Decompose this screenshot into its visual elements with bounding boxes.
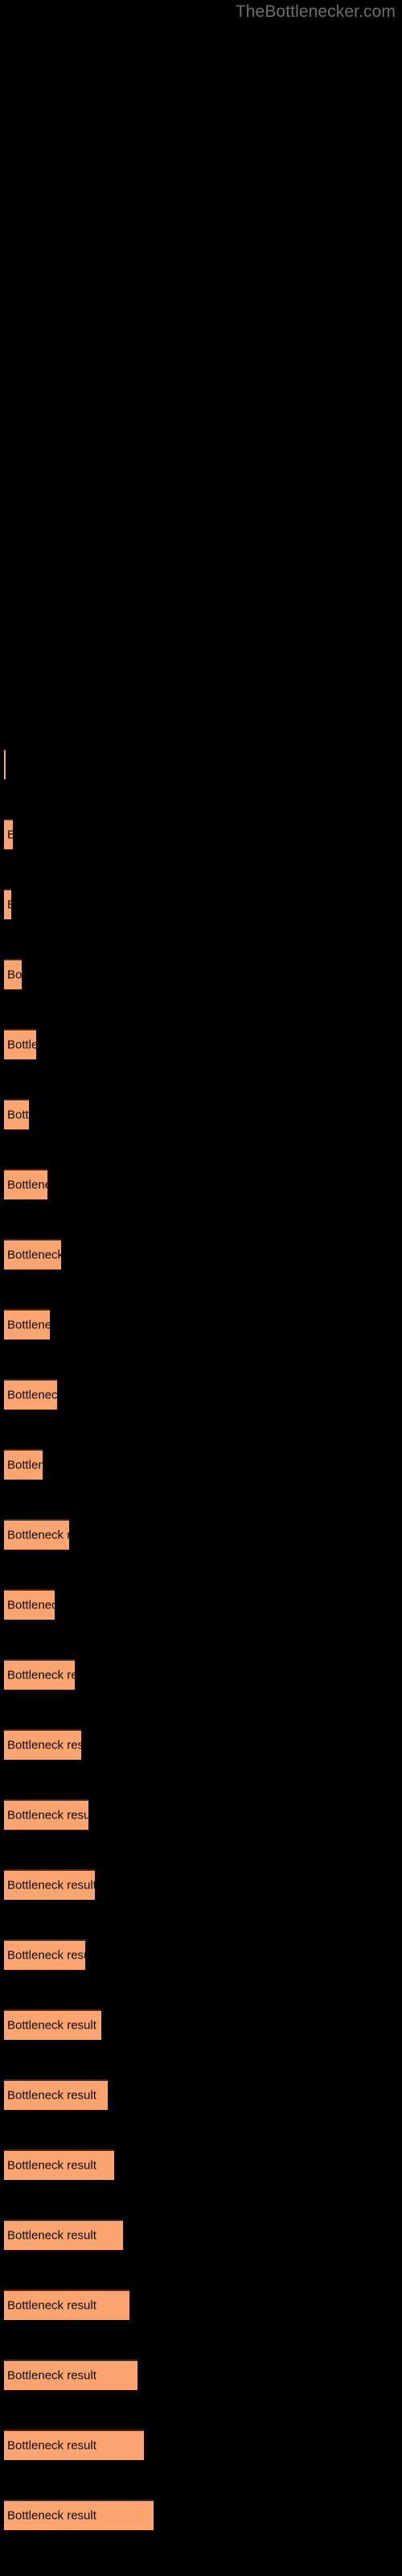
chart-bar[interactable]: Bottleneck result xyxy=(4,2219,123,2250)
bar-label: Bottleneck result xyxy=(7,898,11,912)
bar-row: Bottleneck result xyxy=(0,2079,402,2110)
chart-bar[interactable]: Bottleneck result xyxy=(4,819,13,849)
bar-label: Bottleneck result xyxy=(7,1108,29,1122)
bar-label: Bottleneck result xyxy=(7,828,13,842)
bar-row: Bottleneck result xyxy=(0,1869,402,1900)
bar-label: Bottleneck result xyxy=(7,1878,95,1893)
bar-row: Bottleneck result xyxy=(0,2359,402,2390)
bar-label: Bottleneck result xyxy=(7,2018,96,2033)
bar-label: Bottleneck result xyxy=(7,1948,85,1963)
bar-row: Bottleneck result xyxy=(0,1239,402,1269)
chart-bar[interactable]: Bottleneck result xyxy=(4,1449,43,1480)
bar-label: Bottleneck result xyxy=(7,2368,96,2383)
chart-bar[interactable]: Bottleneck result xyxy=(4,2359,137,2390)
bar-label: Bottleneck result xyxy=(7,2438,96,2453)
bar-row: Bottleneck result xyxy=(0,2009,402,2040)
bar-label: Bottleneck result xyxy=(7,1668,75,1682)
bar-row: Bottleneck result xyxy=(0,1589,402,1620)
page-root: TheBottlenecker.com Bottleneck resultBot… xyxy=(0,0,402,2576)
bar-row: Bottleneck result xyxy=(0,2149,402,2180)
bar-row: Bottleneck result xyxy=(0,1029,402,1059)
bar-label: Bottleneck result xyxy=(7,1528,69,1542)
chart-bar[interactable]: Bottleneck result xyxy=(4,1239,61,1269)
chart-bar[interactable]: Bottleneck result xyxy=(4,2079,108,2110)
bar-row: Bottleneck result xyxy=(0,959,402,989)
bar-label: Bottleneck result xyxy=(7,1458,43,1472)
bar-label: Bottleneck result xyxy=(7,1738,81,1752)
chart-bar[interactable]: Bottleneck result xyxy=(4,1729,81,1760)
chart-bar[interactable]: Bottleneck result xyxy=(4,1379,57,1410)
bar-label: Bottleneck result xyxy=(7,2158,96,2173)
bar-label: Bottleneck result xyxy=(7,1318,50,1332)
bar-label: Bottleneck result xyxy=(7,2298,96,2313)
bar-row: Bottleneck result xyxy=(0,1309,402,1340)
bar-label: Bottleneck result xyxy=(7,1038,36,1052)
bar-row: Bottleneck result xyxy=(0,1729,402,1760)
bar-row: Bottleneck result xyxy=(0,2219,402,2250)
bar-label: Bottleneck result xyxy=(7,2508,96,2523)
bar-row: Bottleneck result xyxy=(0,2429,402,2460)
bar-label: Bottleneck result xyxy=(7,2228,96,2243)
chart-bar[interactable]: Bottleneck result xyxy=(4,2149,114,2180)
bar-row: Bottleneck result xyxy=(0,2289,402,2320)
chart-bar[interactable]: Bottleneck result xyxy=(4,749,6,779)
bar-label: Bottleneck result xyxy=(7,1248,61,1262)
bar-label: Bottleneck result xyxy=(7,1388,57,1402)
chart-bar[interactable]: Bottleneck result xyxy=(4,1309,50,1340)
chart-bar[interactable]: Bottleneck result xyxy=(4,2009,101,2040)
bar-label: Bottleneck result xyxy=(7,2088,96,2103)
chart-bar[interactable]: Bottleneck result xyxy=(4,1799,88,1830)
chart-bar[interactable]: Bottleneck result xyxy=(4,1519,69,1550)
chart-bar[interactable]: Bottleneck result xyxy=(4,959,22,989)
chart-bar[interactable]: Bottleneck result xyxy=(4,1029,36,1059)
bar-row: Bottleneck result xyxy=(0,889,402,919)
bar-row: Bottleneck result xyxy=(0,1449,402,1480)
bar-row: Bottleneck result xyxy=(0,1169,402,1199)
bar-label: Bottleneck result xyxy=(7,1808,88,1823)
bar-label: Bottleneck result xyxy=(7,968,22,982)
chart-bar[interactable]: Bottleneck result xyxy=(4,1099,29,1129)
bar-row: Bottleneck result xyxy=(0,1099,402,1129)
bar-row: Bottleneck result xyxy=(0,749,402,779)
bar-row: Bottleneck result xyxy=(0,1939,402,1970)
bar-label: Bottleneck result xyxy=(7,1178,47,1192)
bar-label: Bottleneck result xyxy=(7,1598,55,1612)
bar-row: Bottleneck result xyxy=(0,2500,402,2530)
bar-row: Bottleneck result xyxy=(0,1659,402,1690)
chart-bar[interactable]: Bottleneck result xyxy=(4,1169,47,1199)
chart-bar[interactable]: Bottleneck result xyxy=(4,1869,95,1900)
chart-bar[interactable]: Bottleneck result xyxy=(4,2500,154,2530)
bottleneck-bar-chart: Bottleneck result Bottleneck result Bottle… xyxy=(0,0,402,2576)
bar-row: Bottleneck result xyxy=(0,819,402,849)
chart-bar[interactable]: Bottleneck result xyxy=(4,1939,85,1970)
bar-row: Bottleneck result xyxy=(0,1379,402,1410)
chart-bar[interactable]: Bottleneck result xyxy=(4,2289,129,2320)
chart-bar[interactable]: Bottleneck result xyxy=(4,1589,55,1620)
chart-bar[interactable]: Bottleneck result xyxy=(4,2429,144,2460)
bar-row: Bottleneck result xyxy=(0,1799,402,1830)
bar-row: Bottleneck result xyxy=(0,1519,402,1550)
chart-bar[interactable]: Bottleneck result xyxy=(4,889,11,919)
chart-bar[interactable]: Bottleneck result xyxy=(4,1659,75,1690)
